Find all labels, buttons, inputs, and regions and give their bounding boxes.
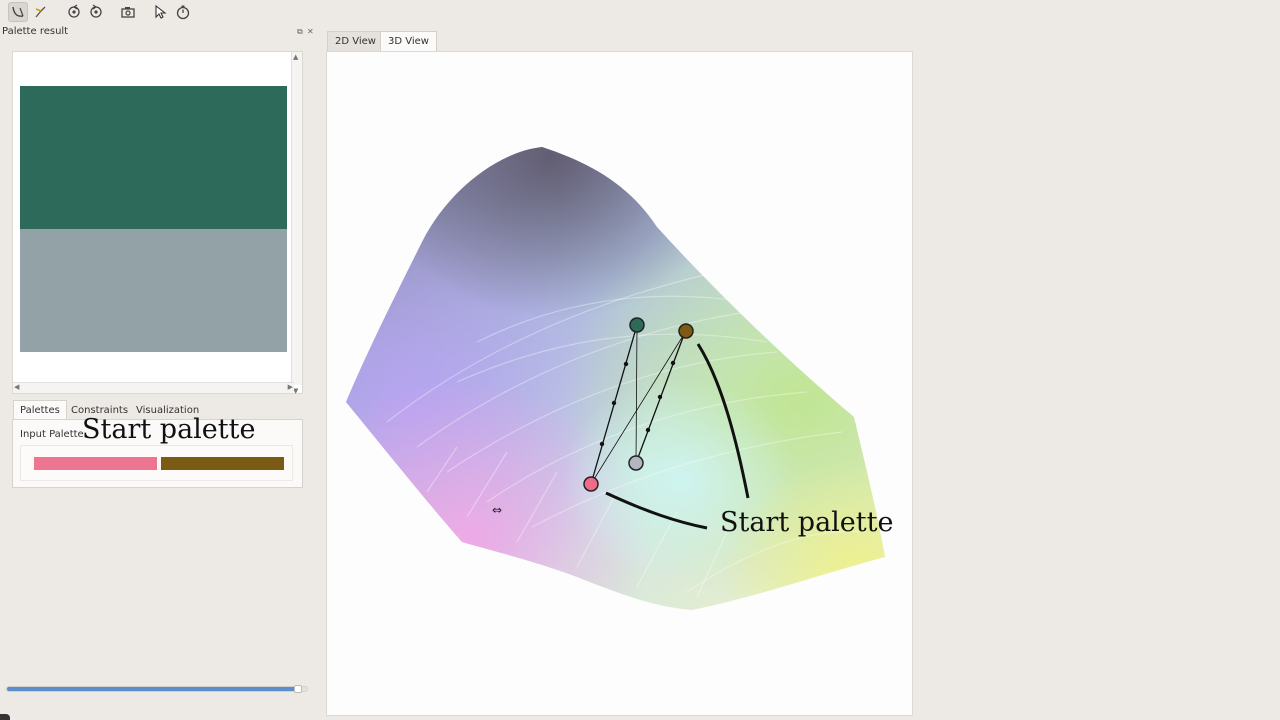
palette-point-gray[interactable] <box>628 455 644 471</box>
gamut-solid <box>346 147 885 610</box>
path-node <box>611 400 617 406</box>
tab-3d-view[interactable]: 3D View <box>380 31 437 51</box>
float-icon[interactable]: ⧉ <box>297 27 303 37</box>
input-swatch-pink[interactable] <box>34 457 157 470</box>
timer-button[interactable] <box>173 2 193 22</box>
input-palette-label: Input Palette <box>20 429 84 440</box>
horizontal-scrollbar[interactable]: ◀ ▶ <box>13 382 294 393</box>
palette-point-brown[interactable] <box>678 323 694 339</box>
curve-tool-button[interactable] <box>8 2 28 22</box>
pointer-icon <box>152 4 168 20</box>
progress-fill <box>7 687 298 691</box>
start-palette-annotation: Start palette <box>82 414 256 445</box>
input-palette-box <box>20 445 293 481</box>
tab-palettes[interactable]: Palettes <box>13 400 67 420</box>
slider-handle[interactable] <box>294 685 302 693</box>
scroll-up-icon[interactable]: ▲ <box>293 54 298 61</box>
snapshot-button[interactable] <box>118 2 138 22</box>
palettes-tab-content: Input Palette Start palette <box>12 414 303 488</box>
start-palette-annotation-3d: Start palette <box>720 507 894 538</box>
path-node <box>670 360 676 366</box>
rotate-ccw-button[interactable] <box>86 2 106 22</box>
camera-icon <box>120 4 136 20</box>
path-node <box>599 441 605 447</box>
result-swatch-1 <box>20 86 287 229</box>
toolbar <box>0 0 1280 24</box>
vertical-scrollbar[interactable]: ▲ ▼ <box>291 52 302 395</box>
palette-point-pink[interactable] <box>583 476 599 492</box>
resize-cursor-icon: ⇔ <box>492 503 503 517</box>
progress-slider[interactable] <box>6 685 308 693</box>
tab-2d-view[interactable]: 2D View <box>327 31 384 51</box>
select-button[interactable] <box>150 2 170 22</box>
close-icon[interactable]: ✕ <box>307 27 314 36</box>
rotate-cw-button[interactable] <box>64 2 84 22</box>
scroll-left-icon[interactable]: ◀ <box>14 384 19 391</box>
branch-tool-button[interactable] <box>30 2 50 22</box>
curve-tool-icon <box>10 4 26 20</box>
scroll-right-icon[interactable]: ▶ <box>288 384 293 391</box>
rotate-ccw-icon <box>88 4 104 20</box>
rotate-cw-icon <box>66 4 82 20</box>
palette-result-panel: ▲ ▼ ◀ ▶ <box>12 51 303 395</box>
result-swatch-2 <box>20 229 287 352</box>
stopwatch-icon <box>175 4 191 20</box>
path-node <box>657 394 663 400</box>
color-space-canvas[interactable] <box>327 52 912 715</box>
palette-point-teal[interactable] <box>629 317 645 333</box>
path-node <box>623 361 629 367</box>
path-node <box>645 427 651 433</box>
dock-title: Palette result <box>2 26 69 37</box>
corner-decoration <box>0 714 10 720</box>
input-swatch-brown[interactable] <box>161 457 284 470</box>
branch-tool-icon <box>32 4 48 20</box>
3d-view-panel[interactable]: Start palette ⇔ <box>326 51 913 716</box>
